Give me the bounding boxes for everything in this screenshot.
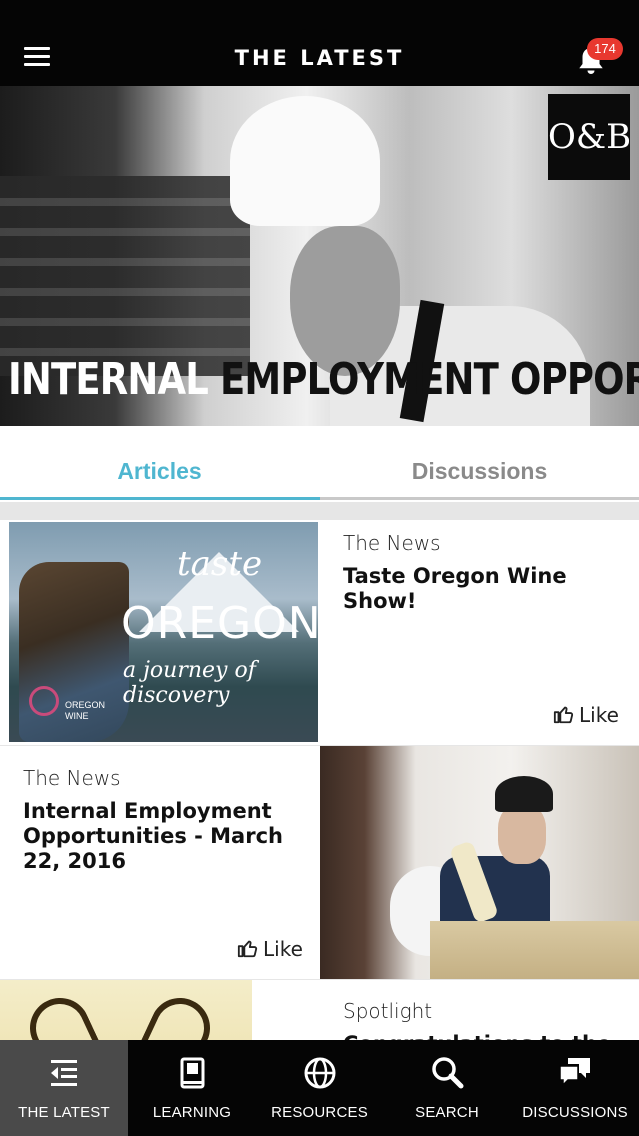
hero-chef-hat xyxy=(230,96,380,226)
thumbnail-text: a journey of discovery xyxy=(123,658,256,708)
hero-caption-word: EMPLOYMENT xyxy=(220,354,499,405)
oregon-wine-logo-icon xyxy=(29,686,59,716)
bottom-navigation: THE LATEST LEARNING RESOURCES SEARCH DIS… xyxy=(0,1040,639,1136)
list-item[interactable]: The News Internal Employment Opportuniti… xyxy=(0,746,639,979)
thumbs-up-icon xyxy=(237,940,258,958)
nav-the-latest[interactable]: THE LATEST xyxy=(0,1040,128,1136)
globe-icon xyxy=(304,1057,335,1089)
nav-label: THE LATEST xyxy=(18,1104,110,1121)
tab-articles[interactable]: Articles xyxy=(0,426,319,502)
article-category: Spotlight xyxy=(343,999,433,1023)
laurel-icon xyxy=(20,988,100,1040)
hero-caption-word: OPPORTUNITIES xyxy=(510,354,639,405)
nav-search[interactable]: SEARCH xyxy=(383,1040,511,1136)
latest-icon xyxy=(51,1060,77,1086)
brand-logo: O&B xyxy=(548,94,631,180)
hero-caption-word: INTERNAL xyxy=(8,354,209,405)
article-thumbnail: taste OREGON a journey of discovery OREG… xyxy=(9,522,318,742)
like-label: Like xyxy=(263,937,303,961)
book-icon xyxy=(180,1057,205,1089)
tab-discussions[interactable]: Discussions xyxy=(320,426,639,502)
hero-background-shape xyxy=(0,176,250,376)
tab-divider xyxy=(320,497,639,500)
thumbnail-text: taste xyxy=(177,544,263,584)
nav-label: DISCUSSIONS xyxy=(522,1104,628,1121)
nav-label: SEARCH xyxy=(415,1104,479,1121)
thumbnail-text: OREGON xyxy=(121,598,318,649)
article-feed[interactable]: taste OREGON a journey of discovery OREG… xyxy=(0,502,639,1040)
chat-bubbles-icon xyxy=(559,1058,590,1087)
thumbs-up-icon xyxy=(553,706,574,724)
article-category: The News xyxy=(343,531,441,555)
article-title[interactable]: Internal Employment Opportunities - Marc… xyxy=(23,799,308,874)
nav-resources[interactable]: RESOURCES xyxy=(256,1040,383,1136)
article-title[interactable]: Taste Oregon Wine Show! xyxy=(343,564,623,614)
content-tabs: Articles Discussions xyxy=(0,426,639,502)
like-label: Like xyxy=(579,703,619,727)
tab-active-indicator xyxy=(0,497,320,500)
list-item[interactable]: taste OREGON a journey of discovery OREG… xyxy=(0,520,639,745)
like-button[interactable]: Like xyxy=(553,703,619,727)
baking-tray-shape xyxy=(430,921,639,979)
page-title: THE LATEST xyxy=(234,46,405,70)
thumbnail-text: OREGON WINE xyxy=(65,700,106,721)
article-thumbnail xyxy=(0,980,252,1040)
hero-banner[interactable]: O&B INTERNAL EMPLOYMENT OPPORTUNITIES xyxy=(0,86,639,426)
nav-label: RESOURCES xyxy=(271,1104,368,1121)
app-header: THE LATEST 174 xyxy=(0,0,639,86)
nav-label: LEARNING xyxy=(152,1104,232,1121)
article-title[interactable]: Congratulations to the xyxy=(343,1032,623,1040)
notification-badge: 174 xyxy=(587,38,623,60)
article-thumbnail xyxy=(320,746,639,979)
like-button[interactable]: Like xyxy=(237,937,303,961)
hero-caption: INTERNAL EMPLOYMENT OPPORTUNITIES xyxy=(8,354,639,405)
search-icon xyxy=(432,1057,464,1089)
list-item[interactable]: Spotlight Congratulations to the xyxy=(0,980,639,1040)
chef-face-shape xyxy=(498,804,546,864)
laurel-icon xyxy=(140,988,220,1040)
chef-hat-shape xyxy=(495,776,553,812)
nav-learning[interactable]: LEARNING xyxy=(128,1040,256,1136)
nav-discussions[interactable]: DISCUSSIONS xyxy=(511,1040,639,1136)
article-category: The News xyxy=(23,766,121,790)
